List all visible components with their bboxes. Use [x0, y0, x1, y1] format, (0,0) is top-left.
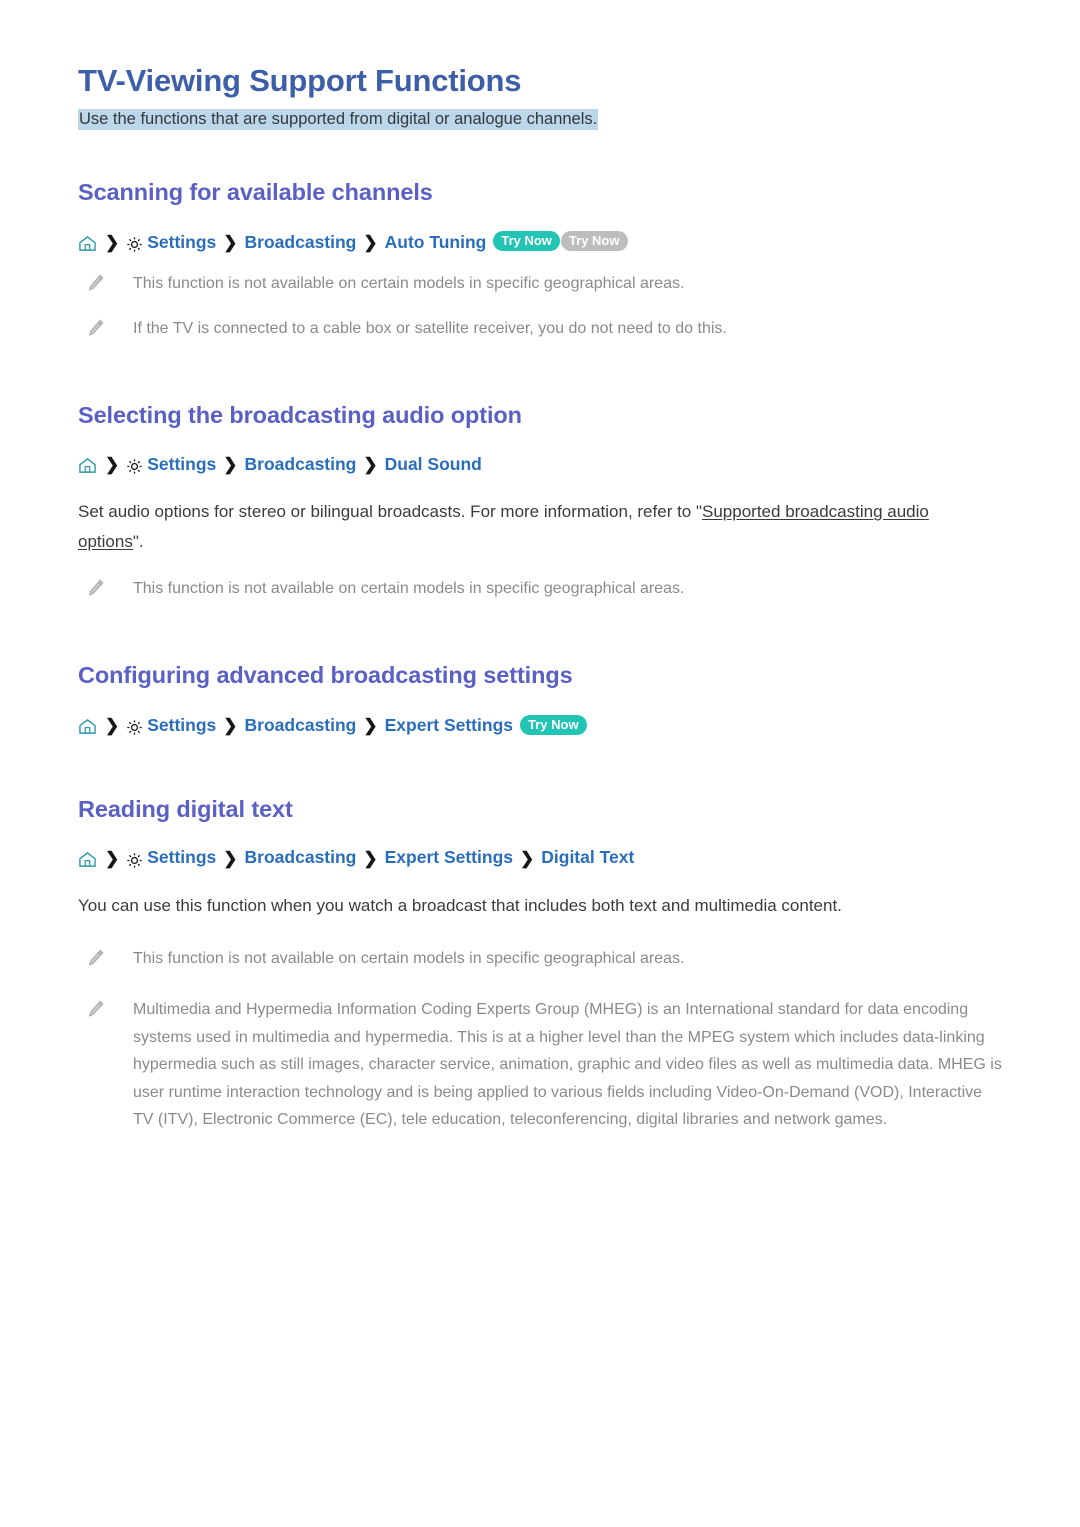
page-title: TV-Viewing Support Functions [78, 63, 522, 98]
note-text: Multimedia and Hypermedia Information Co… [133, 1001, 1002, 1129]
home-icon[interactable] [78, 718, 97, 735]
gear-icon[interactable] [126, 236, 143, 253]
breadcrumb-item-auto-tuning[interactable]: Auto Tuning [385, 233, 487, 252]
breadcrumb-separator: ❯ [363, 716, 378, 736]
breadcrumb-item-broadcasting[interactable]: Broadcasting [245, 233, 357, 252]
breadcrumb-separator: ❯ [105, 716, 120, 736]
breadcrumb-separator: ❯ [363, 232, 378, 252]
breadcrumb-separator: ❯ [223, 848, 238, 868]
page-subtitle: Use the functions that are supported fro… [78, 107, 1002, 132]
document-page: TV-Viewing Support Functions Use the fun… [0, 0, 1080, 1527]
note-text: This function is not available on certai… [133, 275, 685, 293]
gear-icon[interactable] [126, 458, 143, 475]
breadcrumb-item-expert-settings[interactable]: Expert Settings [385, 717, 513, 735]
home-icon[interactable] [78, 851, 97, 868]
breadcrumb-item-settings[interactable]: Settings [147, 455, 216, 474]
notes-list: This function is not available on certai… [78, 945, 1002, 1134]
notes-list: This function is not available on certai… [78, 270, 1002, 342]
breadcrumb-separator: ❯ [223, 232, 238, 252]
breadcrumb-item-digital-text[interactable]: Digital Text [541, 849, 634, 867]
breadcrumb-item-dual-sound[interactable]: Dual Sound [385, 455, 482, 474]
section-heading-digital-text: Reading digital text [78, 795, 293, 822]
note-item: If the TV is connected to a cable box or… [78, 315, 1002, 343]
notes-list: This function is not available on certai… [78, 575, 1002, 603]
breadcrumb-item-settings[interactable]: Settings [147, 849, 216, 867]
try-now-badge-disabled[interactable]: Try Now [560, 231, 628, 252]
gear-icon[interactable] [126, 852, 143, 869]
note-item: This function is not available on certai… [78, 945, 1002, 973]
body-paragraph-digital-text: You can use this function when you watch… [78, 895, 842, 915]
home-icon[interactable] [78, 457, 97, 474]
breadcrumb-item-expert-settings[interactable]: Expert Settings [385, 849, 513, 867]
breadcrumb-separator: ❯ [105, 848, 120, 868]
breadcrumb-separator: ❯ [223, 716, 238, 736]
breadcrumb[interactable]: ❯ Settings ❯ Broadcasting ❯ Expert Setti… [78, 848, 1002, 869]
gear-icon[interactable] [126, 719, 143, 736]
note-text: This function is not available on certai… [133, 579, 685, 597]
page-subtitle-text: Use the functions that are supported fro… [78, 108, 599, 130]
pencil-icon [87, 948, 105, 968]
note-item: This function is not available on certai… [78, 575, 1002, 603]
pencil-icon [87, 318, 105, 338]
try-now-badge-active[interactable]: Try Now [493, 231, 560, 252]
section-heading-scanning: Scanning for available channels [78, 178, 433, 205]
breadcrumb-separator: ❯ [105, 232, 120, 252]
note-text: This function is not available on certai… [133, 949, 685, 967]
breadcrumb-separator: ❯ [363, 848, 378, 868]
try-now-badge-active[interactable]: Try Now [520, 714, 587, 735]
breadcrumb-item-broadcasting[interactable]: Broadcasting [245, 849, 357, 867]
breadcrumb-separator: ❯ [223, 455, 238, 475]
pencil-icon [87, 999, 105, 1019]
breadcrumb-separator: ❯ [520, 848, 535, 868]
section-heading-advanced-settings: Configuring advanced broadcasting settin… [78, 662, 573, 689]
breadcrumb[interactable]: ❯ Settings ❯ Broadcasting ❯ Auto Tuning … [78, 231, 1002, 253]
note-item: This function is not available on certai… [78, 270, 1002, 298]
breadcrumb[interactable]: ❯ Settings ❯ Broadcasting ❯ Expert Setti… [78, 714, 1002, 736]
note-text: If the TV is connected to a cable box or… [133, 319, 727, 337]
note-item: Multimedia and Hypermedia Information Co… [78, 996, 1002, 1134]
body-paragraph-audio: Set audio options for stereo or bilingua… [78, 497, 993, 557]
paragraph-text-after: ". [132, 532, 144, 552]
breadcrumb-separator: ❯ [363, 455, 378, 475]
section-heading-audio-option: Selecting the broadcasting audio option [78, 402, 522, 429]
paragraph-text-before: Set audio options for stereo or bilingua… [78, 502, 703, 522]
home-icon[interactable] [78, 235, 97, 252]
pencil-icon [87, 578, 105, 598]
breadcrumb-item-broadcasting[interactable]: Broadcasting [245, 455, 357, 474]
breadcrumb[interactable]: ❯ Settings ❯ Broadcasting ❯ Dual Sound [78, 455, 1002, 475]
breadcrumb-separator: ❯ [105, 455, 120, 475]
breadcrumb-item-broadcasting[interactable]: Broadcasting [245, 717, 357, 735]
breadcrumb-item-settings[interactable]: Settings [147, 717, 216, 735]
pencil-icon [87, 273, 105, 293]
breadcrumb-item-settings[interactable]: Settings [147, 233, 216, 252]
